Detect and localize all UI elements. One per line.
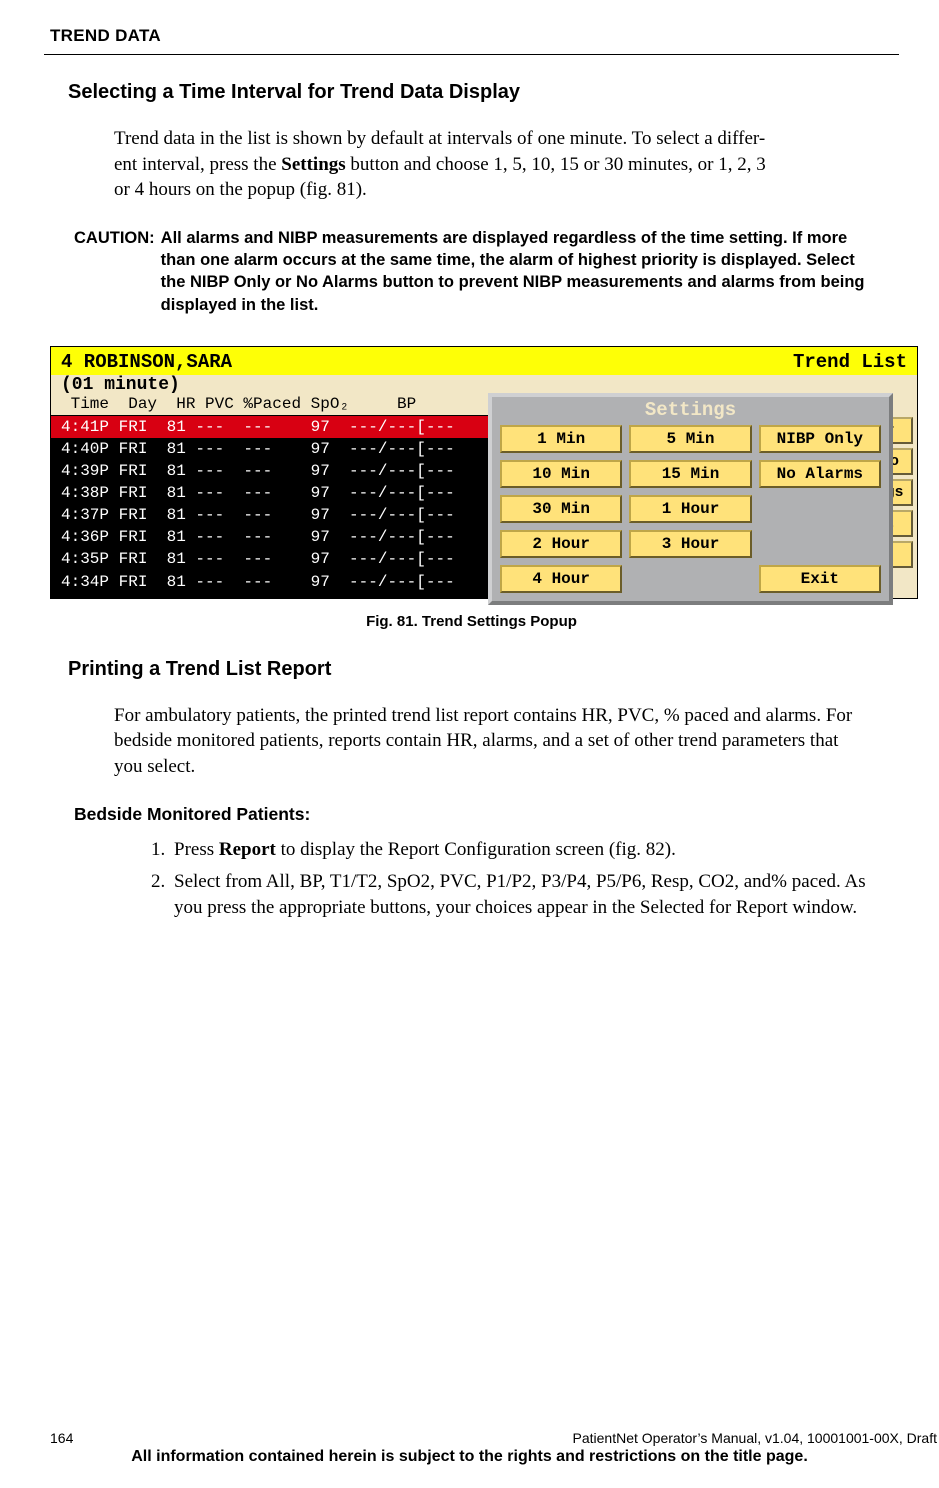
list-item: Press Report to display the Report Confi… <box>170 837 869 863</box>
popup-1hour-button[interactable]: 1 Hour <box>629 495 751 523</box>
popup-4hour-button[interactable]: 4 Hour <box>500 565 622 593</box>
popup-nibp-only-button[interactable]: NIBP Only <box>759 425 881 453</box>
popup-1min-button[interactable]: 1 Min <box>500 425 622 453</box>
settings-popup: Settings 1 Min 5 Min NIBP Only 10 Min 15… <box>488 393 893 605</box>
para-text: Trend data in the list is shown by defau… <box>114 128 765 149</box>
popup-15min-button[interactable]: 15 Min <box>629 460 751 488</box>
manual-ref: PatientNet Operator’s Manual, v1.04, 100… <box>573 1430 937 1446</box>
para-text: or 4 hours on the popup (fig. 81). <box>114 179 367 200</box>
para-text: ent interval, press the <box>114 154 281 175</box>
trend-settings-screenshot: 4 ROBINSON,SARA Trend List (01 minute) T… <box>50 346 918 599</box>
step-text: Press <box>174 839 219 860</box>
popup-blank <box>759 530 881 558</box>
screenshot-title-bar: 4 ROBINSON,SARA Trend List <box>51 347 917 375</box>
popup-blank <box>629 565 751 593</box>
patient-id: 4 ROBINSON,SARA <box>61 351 232 373</box>
rights-notice: All information contained herein is subj… <box>0 1448 939 1466</box>
report-bold: Report <box>219 839 276 860</box>
screen-name: Trend List <box>793 351 907 373</box>
settings-bold: Settings <box>281 154 345 175</box>
caution-note: CAUTION: All alarms and NIBP measurement… <box>74 227 869 316</box>
popup-5min-button[interactable]: 5 Min <box>629 425 751 453</box>
section2-subtitle: Bedside Monitored Patients: <box>74 804 893 825</box>
popup-10min-button[interactable]: 10 Min <box>500 460 622 488</box>
bedside-steps: Press Report to display the Report Confi… <box>170 837 869 922</box>
section1-title: Selecting a Time Interval for Trend Data… <box>68 81 893 104</box>
para-text: button and choose 1, 5, 10, 15 or 30 min… <box>346 154 766 175</box>
figure-caption: Fig. 81. Trend Settings Popup <box>50 613 893 630</box>
interval-label: (01 minute) <box>51 375 917 395</box>
list-item: Select from All, BP, T1/T2, SpO2, PVC, P… <box>170 869 869 921</box>
popup-no-alarms-button[interactable]: No Alarms <box>759 460 881 488</box>
header-rule <box>44 54 899 55</box>
running-header: TREND DATA <box>50 26 893 46</box>
step-text: to display the Report Configuration scre… <box>276 839 676 860</box>
popup-3hour-button[interactable]: 3 Hour <box>629 530 751 558</box>
caution-text: All alarms and NIBP measurements are dis… <box>161 227 869 316</box>
section2-paragraph: For ambulatory patients, the printed tre… <box>114 703 869 780</box>
popup-blank <box>759 495 881 523</box>
popup-title: Settings <box>492 397 889 425</box>
popup-30min-button[interactable]: 30 Min <box>500 495 622 523</box>
page-footer: 164 PatientNet Operator’s Manual, v1.04,… <box>0 1430 939 1466</box>
popup-2hour-button[interactable]: 2 Hour <box>500 530 622 558</box>
section2-title: Printing a Trend List Report <box>68 658 893 681</box>
popup-exit-button[interactable]: Exit <box>759 565 881 593</box>
caution-label: CAUTION: <box>74 227 155 316</box>
page-number: 164 <box>50 1430 73 1446</box>
section1-paragraph: Trend data in the list is shown by defau… <box>114 126 869 203</box>
